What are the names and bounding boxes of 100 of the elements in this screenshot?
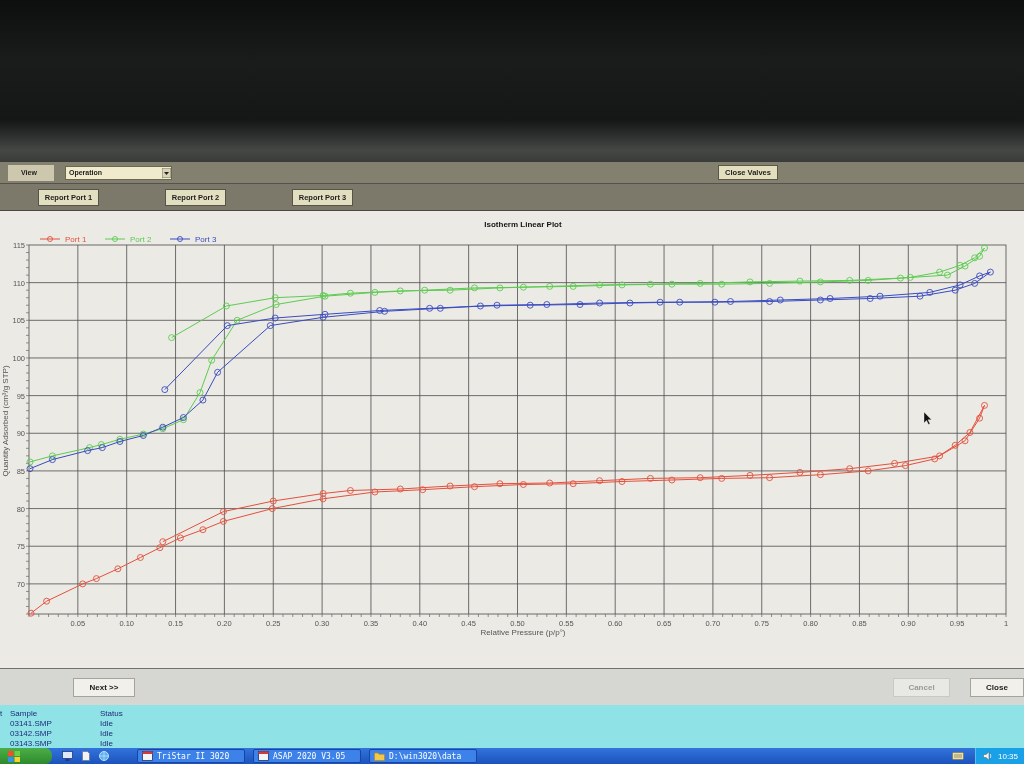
data-point: [816, 296, 824, 304]
legend-label: Port 2: [130, 235, 152, 244]
data-point: [371, 488, 379, 496]
data-point: [864, 276, 872, 284]
data-point: [727, 298, 734, 305]
clock-text: 10:35: [998, 751, 1019, 761]
column-header: Sample: [10, 709, 39, 719]
taskbar-button[interactable]: TriStar II 3020: [137, 749, 245, 763]
legend-label: Port 1: [65, 235, 87, 244]
data-point: [519, 481, 527, 488]
next-button[interactable]: Next >>: [73, 677, 135, 697]
data-point: [746, 471, 754, 479]
data-point: [496, 284, 504, 292]
data-point: [626, 299, 634, 307]
data-point: [223, 322, 231, 330]
data-point: [426, 304, 434, 312]
data-point: [846, 465, 854, 473]
data-point: [901, 462, 909, 470]
data-point: [526, 301, 534, 309]
caret-icon[interactable]: [162, 167, 171, 178]
data-point: [233, 316, 241, 324]
data-point: [766, 474, 774, 482]
data-point: [543, 301, 551, 308]
data-point: [199, 526, 207, 534]
data-point: [897, 274, 904, 282]
data-point: [136, 554, 144, 561]
data-point: [346, 487, 354, 494]
data-point: [396, 485, 404, 493]
data-point: [168, 334, 176, 342]
taskbar-button[interactable]: ASAP 2020 V3.05: [253, 749, 361, 763]
data-point: [161, 386, 169, 394]
data-point: [208, 356, 216, 364]
flag-icon[interactable]: [8, 750, 20, 762]
data-point: [906, 273, 914, 281]
column-header: Status: [100, 709, 124, 719]
data-point: [986, 268, 994, 276]
taskbar-button[interactable]: D:\win3020\data: [369, 749, 477, 763]
monitor-icon[interactable]: [62, 751, 73, 761]
table-cell-text: Idle: [100, 729, 114, 739]
axis-title: Relative Pressure (p/p°): [480, 628, 566, 637]
data-point: [446, 286, 454, 294]
data-point: [976, 414, 984, 422]
table-cell-text: 03141.SMP: [10, 719, 53, 729]
data-point: [776, 296, 784, 304]
app-window-icon[interactable]: [142, 751, 153, 761]
data-point: [493, 301, 501, 309]
data-point: [796, 277, 804, 285]
data-point: [711, 298, 719, 306]
data-point: [656, 298, 664, 306]
data-point: [718, 280, 726, 288]
data-point: [419, 486, 427, 494]
data-point: [676, 298, 684, 306]
chart-title: Isotherm Linear Plot: [484, 220, 562, 229]
data-point: [79, 580, 87, 588]
globe-icon[interactable]: [99, 751, 109, 761]
data-point: [766, 298, 774, 305]
data-point: [846, 276, 854, 284]
start-button[interactable]: [0, 748, 52, 764]
data-point: [866, 295, 874, 302]
legend-label: Port 3: [195, 235, 217, 244]
data-point: [43, 597, 51, 605]
cursor-icon: [923, 411, 932, 425]
data-point: [471, 483, 478, 491]
data-point: [421, 286, 429, 294]
data-point: [446, 482, 454, 490]
data-point: [981, 401, 988, 409]
data-point: [718, 474, 726, 482]
data-point: [891, 459, 899, 467]
column-header: t: [0, 709, 4, 719]
data-point: [546, 282, 554, 290]
keyboard-icon[interactable]: [952, 752, 964, 760]
close-button[interactable]: Close: [970, 677, 1024, 697]
folder-icon[interactable]: [374, 751, 385, 761]
speaker-icon[interactable]: [983, 751, 992, 761]
table-cell-text: Idle: [100, 719, 114, 729]
data-point: [646, 280, 654, 288]
data-point: [696, 474, 704, 482]
table-cell-text: Idle: [100, 739, 114, 749]
data-point: [371, 288, 379, 296]
data-point: [476, 302, 484, 310]
data-point: [436, 304, 444, 312]
data-point: [27, 609, 35, 617]
data-point: [796, 468, 804, 476]
data-point: [92, 575, 100, 583]
data-point: [864, 467, 872, 475]
data-point: [496, 480, 504, 488]
data-point: [816, 278, 824, 286]
data-point: [668, 280, 676, 288]
data-point: [596, 477, 604, 485]
app-window-icon[interactable]: [258, 751, 269, 761]
data-point: [176, 534, 184, 542]
data-point: [569, 480, 577, 488]
data-point: [222, 302, 230, 310]
data-point: [569, 282, 577, 290]
data-point: [546, 479, 554, 487]
data-point: [926, 288, 934, 296]
document-icon[interactable]: [82, 751, 90, 761]
axis-title: Quantity Adsorbed (cm³/g STP): [1, 365, 10, 477]
table-cell-text: 03143.SMP: [10, 739, 53, 749]
data-point: [214, 368, 222, 376]
